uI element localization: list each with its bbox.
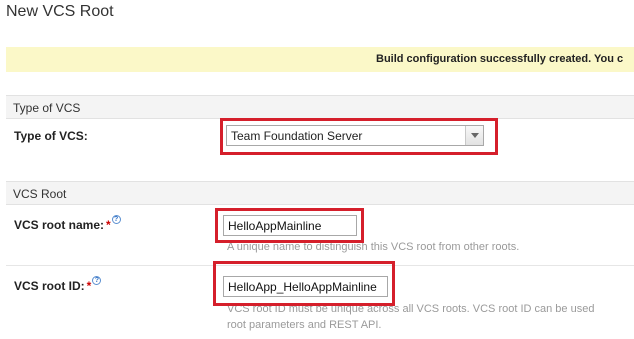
vcs-root-id-hint: VCS root ID must be unique across all VC… <box>227 301 594 333</box>
vcs-root-id-label-text: VCS root ID: <box>14 279 85 293</box>
success-banner: Build configuration successfully created… <box>6 47 634 72</box>
row-divider <box>6 265 634 266</box>
chevron-down-icon[interactable] <box>465 126 483 145</box>
required-asterisk: * <box>86 279 92 293</box>
required-asterisk: * <box>106 218 111 232</box>
vcs-root-name-label-text: VCS root name: <box>14 218 105 232</box>
vcs-root-id-hint-line2: root parameters and REST API. <box>227 319 382 331</box>
vcs-root-id-label: VCS root ID: *? <box>14 276 102 293</box>
vcs-root-name-input[interactable]: HelloAppMainline <box>223 215 357 236</box>
vcs-root-id-hint-line1: VCS root ID must be unique across all VC… <box>227 303 595 315</box>
vcs-root-id-input[interactable]: HelloApp_HelloAppMainline <box>223 276 388 297</box>
help-icon[interactable]: ? <box>92 276 102 285</box>
type-of-vcs-select[interactable]: Team Foundation Server <box>226 125 484 146</box>
vcs-root-name-hint: A unique name to distinguish this VCS ro… <box>227 241 520 253</box>
help-icon[interactable]: ? <box>111 215 121 224</box>
section-header-label: Type of VCS <box>13 101 81 115</box>
section-header-vcs-root: VCS Root <box>6 181 634 205</box>
section-header-type-of-vcs: Type of VCS <box>6 95 634 119</box>
section-header-label: VCS Root <box>13 187 67 201</box>
type-of-vcs-label: Type of VCS: <box>14 129 88 143</box>
page-title: New VCS Root <box>6 3 114 20</box>
banner-message: Build configuration successfully created… <box>376 53 624 65</box>
type-of-vcs-selected-value: Team Foundation Server <box>231 129 363 143</box>
vcs-root-name-label: VCS root name: *? <box>14 215 121 232</box>
